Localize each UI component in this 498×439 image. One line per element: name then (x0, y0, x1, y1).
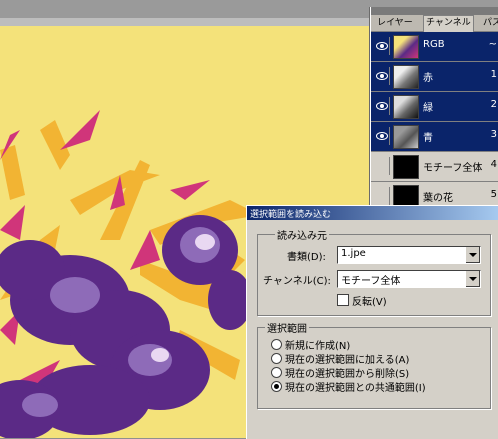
operation-group-label: 選択範囲 (265, 320, 309, 335)
invert-checkbox[interactable] (337, 294, 349, 306)
document-value: 1.jpe (341, 248, 366, 259)
radio-intersect-selection[interactable] (271, 381, 282, 392)
visibility-toggle[interactable] (373, 187, 390, 205)
chevron-down-icon[interactable] (465, 271, 480, 287)
channel-name: 葉の花 (423, 193, 453, 204)
gray-thumb (393, 95, 419, 119)
palette-title-bar[interactable] (371, 7, 498, 15)
channel-shortcut: 2 (490, 99, 497, 110)
horizontal-ruler (0, 18, 370, 26)
radio-label-intersect: 現在の選択範囲との共通範囲(I) (285, 383, 426, 394)
mask-thumb (393, 155, 419, 179)
visibility-toggle[interactable] (373, 37, 390, 55)
document-select[interactable]: 1.jpe (337, 246, 481, 264)
channel-name: RGB (423, 39, 445, 50)
gray-thumb (393, 65, 419, 89)
visibility-toggle[interactable] (373, 97, 390, 115)
visibility-toggle[interactable] (373, 157, 390, 175)
channel-shortcut: 1 (490, 69, 497, 80)
channel-label: チャンネル(C): (263, 276, 331, 287)
radio-subtract-from-selection[interactable] (271, 367, 282, 378)
document-label: 書類(D): (287, 252, 326, 263)
tab-paths[interactable]: パス (481, 16, 498, 30)
channel-name: モチーフ全体 (423, 163, 483, 174)
visibility-toggle[interactable] (373, 67, 390, 85)
radio-label-subtract: 現在の選択範囲から削除(S) (285, 369, 410, 380)
source-group-label: 読み込み元 (275, 227, 329, 242)
dialog-title-bar[interactable]: 選択範囲を読み込む (247, 206, 498, 220)
eye-icon (376, 72, 388, 80)
eye-icon (376, 132, 388, 140)
chevron-down-icon[interactable] (465, 247, 480, 263)
channel-row-green[interactable]: 緑 2 (371, 92, 498, 122)
channel-row-rgb[interactable]: RGB ~ (371, 32, 498, 62)
channel-shortcut: ~ (488, 39, 497, 50)
radio-label-add: 現在の選択範囲に加える(A) (285, 355, 410, 366)
channel-name: 緑 (423, 103, 433, 114)
channel-value: モチーフ全体 (341, 276, 401, 287)
dialog-title: 選択範囲を読み込む (250, 210, 332, 220)
eye-icon (376, 102, 388, 110)
palette-tabs: レイヤー チャンネル パス (371, 15, 498, 32)
radio-add-to-selection[interactable] (271, 353, 282, 364)
channels-palette: レイヤー チャンネル パス RGB ~ 赤 1 緑 2 青 3 モチーフ全体 4… (370, 7, 498, 212)
gray-thumb (393, 125, 419, 149)
channel-row-red[interactable]: 赤 1 (371, 62, 498, 92)
visibility-toggle[interactable] (373, 127, 390, 145)
channel-name: 青 (423, 133, 433, 144)
channel-row-blue[interactable]: 青 3 (371, 122, 498, 152)
color-thumb (393, 35, 419, 59)
channel-shortcut: 5 (490, 189, 497, 200)
invert-label: 反転(V) (352, 297, 387, 308)
channel-row-motif-all[interactable]: モチーフ全体 4 (371, 152, 498, 182)
tab-layers[interactable]: レイヤー (375, 16, 415, 30)
eye-icon (376, 42, 388, 50)
radio-new-selection[interactable] (271, 339, 282, 350)
channel-shortcut: 4 (490, 159, 497, 170)
channel-shortcut: 3 (490, 129, 497, 140)
channel-select[interactable]: モチーフ全体 (337, 270, 481, 288)
load-selection-dialog: 選択範囲を読み込む 読み込み元 書類(D): 1.jpe チャンネル(C): モ… (246, 205, 498, 439)
channel-name: 赤 (423, 73, 433, 84)
tab-channels[interactable]: チャンネル (423, 15, 474, 32)
radio-label-new: 新規に作成(N) (285, 341, 351, 352)
